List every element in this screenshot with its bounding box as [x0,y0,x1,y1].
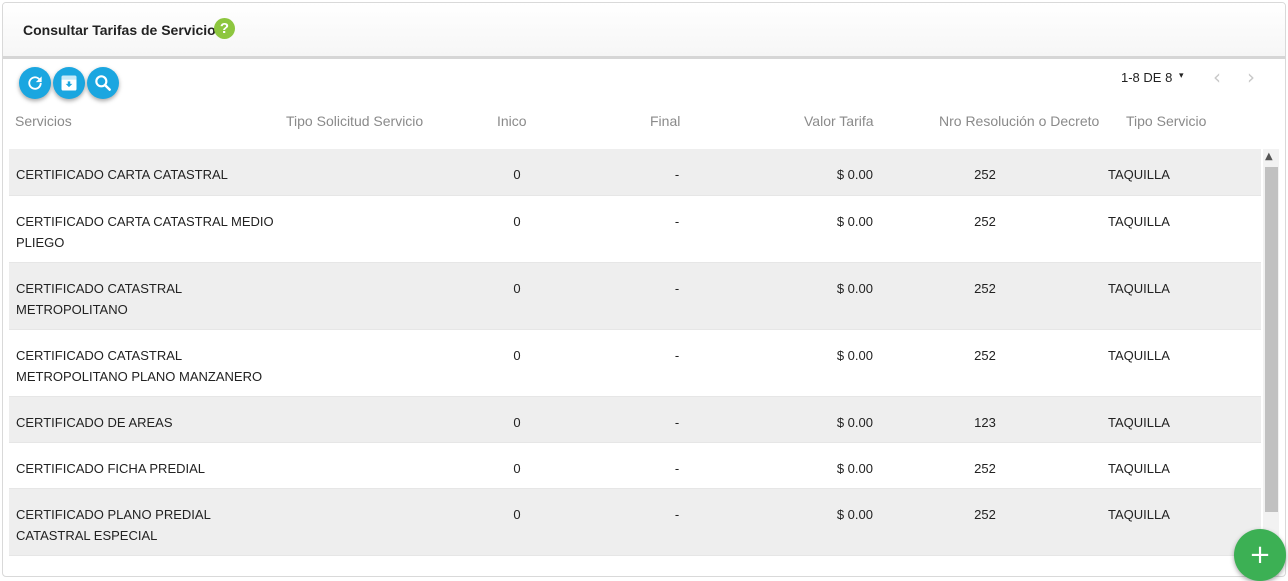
table-row[interactable]: CERTIFICADO FICHA PREDIAL 0 - $ 0.00 252… [9,443,1261,489]
cell-inicio: 0 [513,281,521,296]
column-header-nro[interactable]: Nro Resolución o Decreto [939,113,1099,129]
cell-servicio: CERTIFICADO PLANO PREDIAL CATASTRAL ESPE… [16,507,211,543]
cell-servicio: CERTIFICADO CATASTRAL METROPOLITANO PLAN… [16,348,263,384]
table-body: CERTIFICADO CARTA CATASTRAL 0 - $ 0.00 2… [9,149,1261,576]
column-header-inicio[interactable]: Inico [497,113,527,129]
archive-button[interactable] [53,67,85,99]
column-header-final[interactable]: Final [650,113,680,129]
cell-inicio: 0 [513,415,521,430]
cell-nro: 252 [974,167,996,182]
cell-inicio: 0 [513,348,521,363]
table-row[interactable] [9,556,1261,576]
cell-servicio: CERTIFICADO CARTA CATASTRAL [16,167,228,182]
scrollbar-thumb[interactable] [1265,167,1278,512]
cell-servicio: CERTIFICADO CARTA CATASTRAL MEDIO PLIEGO [16,214,274,250]
cell-final: - [674,214,680,229]
cell-final: - [674,281,680,296]
cell-valor: $ 0.00 [836,214,873,229]
cell-valor: $ 0.00 [836,415,873,430]
table-row[interactable]: CERTIFICADO CARTA CATASTRAL MEDIO PLIEGO… [9,196,1261,263]
search-button[interactable] [87,67,119,99]
cell-nro: 252 [974,348,996,363]
cell-valor: $ 0.00 [836,167,873,182]
column-header-tipo-servicio[interactable]: Tipo Servicio [1126,113,1206,129]
help-icon[interactable]: ? [214,18,235,39]
cell-inicio: 0 [513,167,521,182]
cell-tipo-servicio: TAQUILLA [1108,281,1170,296]
refresh-button[interactable] [19,67,51,99]
table-row[interactable]: CERTIFICADO PLANO PREDIAL CATASTRAL ESPE… [9,489,1261,556]
cell-tipo-servicio: TAQUILLA [1108,167,1170,182]
cell-final: - [674,507,680,522]
cell-nro: 252 [974,507,996,522]
column-header-tipo-solicitud[interactable]: Tipo Solicitud Servicio [286,113,423,129]
scroll-up-arrow-icon[interactable]: ▲ [1265,151,1273,162]
table-row[interactable]: CERTIFICADO DE AREAS 0 - $ 0.00 123 TAQU… [9,397,1261,443]
cell-valor: $ 0.00 [836,507,873,522]
cell-valor: $ 0.00 [836,281,873,296]
cell-tipo-servicio: TAQUILLA [1108,214,1170,229]
cell-final: - [674,167,680,182]
cell-nro: 252 [974,281,996,296]
cell-final: - [674,461,680,476]
column-header-servicios[interactable]: Servicios [15,113,72,129]
cell-inicio: 0 [513,214,521,229]
cell-nro: 123 [974,415,996,430]
main-panel: Consultar Tarifas de Servicios ? 1-8 DE … [2,2,1286,577]
table-row[interactable]: CERTIFICADO CARTA CATASTRAL 0 - $ 0.00 2… [9,149,1261,196]
table-row[interactable]: CERTIFICADO CATASTRAL METROPOLITANO PLAN… [9,330,1261,397]
cell-nro: 252 [974,214,996,229]
cell-inicio: 0 [513,507,521,522]
cell-final: - [674,415,680,430]
table-row[interactable]: CERTIFICADO CATASTRAL METROPOLITANO 0 - … [9,263,1261,330]
cell-servicio: CERTIFICADO CATASTRAL METROPOLITANO [16,281,182,317]
cell-tipo-servicio: TAQUILLA [1108,348,1170,363]
next-page-button[interactable]: › [1247,65,1255,89]
cell-servicio: CERTIFICADO DE AREAS [16,415,173,430]
add-button[interactable]: + [1234,529,1286,581]
page-title: Consultar Tarifas de Servicios [23,22,224,38]
cell-tipo-servicio: TAQUILLA [1108,415,1170,430]
refresh-icon [28,76,42,90]
prev-page-button[interactable]: ‹ [1213,65,1221,89]
archive-icon [61,75,77,91]
panel-header: Consultar Tarifas de Servicios ? [3,3,1285,59]
cell-servicio: CERTIFICADO FICHA PREDIAL [16,461,206,476]
cell-nro: 252 [974,461,996,476]
search-icon [95,75,111,91]
cell-tipo-servicio: TAQUILLA [1108,507,1170,522]
cell-tipo-servicio: TAQUILLA [1108,461,1170,476]
column-header-valor[interactable]: Valor Tarifa [804,113,874,129]
cell-valor: $ 0.00 [836,461,873,476]
cell-final: - [674,348,680,363]
caret-down-icon[interactable]: ▾ [1179,70,1184,81]
pagination-range[interactable]: 1-8 DE 8 [1121,70,1172,85]
cell-valor: $ 0.00 [836,348,873,363]
cell-inicio: 0 [513,461,521,476]
